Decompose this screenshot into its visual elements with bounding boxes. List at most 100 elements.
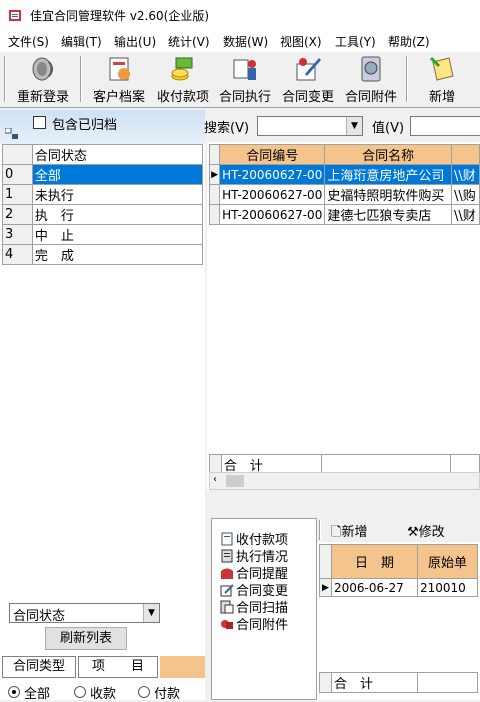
- speaker-icon: [32, 57, 53, 81]
- detail-edit-button[interactable]: ⚒修改: [407, 521, 445, 540]
- status-code: 3: [2, 224, 33, 245]
- relogin-button[interactable]: 重新登录: [12, 54, 74, 106]
- refresh-list-button[interactable]: 刷新列表: [45, 627, 127, 650]
- menu-stats[interactable]: 统计(V): [168, 33, 210, 50]
- detail-grid-corner: [319, 544, 332, 579]
- attach-label: 合同附件: [344, 90, 397, 105]
- payments-button[interactable]: 收付款项: [152, 54, 214, 106]
- chevron-down-icon[interactable]: ▼: [143, 604, 159, 622]
- add-button[interactable]: 新增: [414, 54, 470, 106]
- payments-label: 收付款项: [156, 90, 209, 105]
- status-name[interactable]: 全部: [31, 164, 204, 185]
- table-row[interactable]: ▶ HT-20060627-00 上海珩意房地产公司 \\财: [208, 164, 480, 185]
- contract-path-cell[interactable]: \\财: [451, 204, 480, 225]
- table-row[interactable]: HT-20060627-00 史福特照明软件购买 \\购: [208, 184, 480, 205]
- radio-pay[interactable]: [138, 686, 150, 698]
- menu-tools[interactable]: 工具(Y): [335, 33, 376, 50]
- customer-label: 客户档案: [92, 90, 145, 105]
- status-row[interactable]: 3 中 止: [2, 224, 204, 245]
- row-indicator: [208, 184, 221, 205]
- contract-path-cell[interactable]: \\购: [451, 184, 480, 205]
- execute-label: 合同执行: [218, 90, 271, 105]
- search-value-input[interactable]: [410, 116, 480, 136]
- status-name[interactable]: 完 成: [31, 244, 204, 265]
- status-filter-select[interactable]: 合同状态 ▼: [9, 603, 160, 624]
- table-row[interactable]: ▶ 2006-06-27 210010: [319, 578, 478, 597]
- status-header: 合同状态: [31, 144, 204, 165]
- detail-edit-label: 修改: [418, 525, 445, 540]
- menu-data[interactable]: 数据(W): [223, 33, 268, 50]
- detail-grid: 日 期 原始单 ▶ 2006-06-27 210010: [319, 544, 478, 597]
- status-name[interactable]: 执 行: [31, 204, 204, 225]
- date-cell[interactable]: 2006-06-27: [331, 578, 418, 597]
- include-archived-checkbox[interactable]: [33, 116, 46, 129]
- status-row[interactable]: 2 执 行: [2, 204, 204, 225]
- document-icon: [221, 532, 233, 546]
- scroll-thumb[interactable]: [226, 475, 244, 487]
- tab-filler: [160, 656, 205, 678]
- menu-output[interactable]: 输出(U): [114, 33, 156, 50]
- edit-document-icon: [296, 58, 321, 81]
- menu-edit[interactable]: 编辑(T): [61, 33, 102, 50]
- chevron-down-icon[interactable]: ▼: [346, 117, 362, 135]
- radio-receive[interactable]: [74, 686, 86, 698]
- radio-all[interactable]: [8, 686, 20, 698]
- app-icon: [9, 10, 21, 21]
- tab-project[interactable]: 项 目: [78, 656, 158, 678]
- contract-id-cell[interactable]: HT-20060627-00: [219, 184, 326, 205]
- execute-button[interactable]: 合同执行: [215, 54, 275, 106]
- contract-id-cell[interactable]: HT-20060627-00: [219, 164, 326, 185]
- radio-all-label: 全部: [24, 687, 51, 702]
- status-row[interactable]: 4 完 成: [2, 244, 204, 265]
- status-row[interactable]: 1 未执行: [2, 184, 204, 205]
- source-header[interactable]: 原始单: [417, 544, 478, 579]
- menu-file[interactable]: 文件(S): [8, 33, 49, 50]
- contract-grid-corner: [208, 144, 221, 165]
- new-document-icon: [429, 56, 454, 81]
- contract-id-header[interactable]: 合同编号: [219, 144, 326, 165]
- contract-name-cell[interactable]: 上海珩意房地产公司: [324, 164, 453, 185]
- customer-button[interactable]: 客户档案: [88, 54, 150, 106]
- attach-button[interactable]: 合同附件: [341, 54, 401, 106]
- contract-id-cell[interactable]: HT-20060627-00: [219, 204, 326, 225]
- row-pointer-icon: ▶: [208, 164, 221, 185]
- contract-name-cell[interactable]: 建德七匹狼专卖店: [324, 204, 453, 225]
- relogin-label: 重新登录: [16, 90, 69, 105]
- wand-icon: ⚒: [407, 525, 419, 540]
- status-row[interactable]: 0 全部: [2, 164, 204, 185]
- contract-extra-header[interactable]: [451, 144, 480, 165]
- date-header[interactable]: 日 期: [331, 544, 418, 579]
- toolbar-separator: [319, 520, 321, 540]
- search-field-select[interactable]: ▼: [257, 116, 363, 136]
- phone-icon: [221, 568, 233, 579]
- menu-help[interactable]: 帮助(Z): [388, 33, 430, 50]
- value-label: 值(V): [372, 121, 405, 136]
- change-button[interactable]: 合同变更: [278, 54, 338, 106]
- table-row[interactable]: HT-20060627-00 建德七匹狼专卖店 \\财: [208, 204, 480, 225]
- search-label: 搜索(V): [204, 121, 250, 136]
- status-code: 4: [2, 244, 33, 265]
- add-label: 新增: [428, 90, 455, 105]
- status-name[interactable]: 中 止: [31, 224, 204, 245]
- edit-icon: [220, 584, 234, 597]
- contract-path-cell[interactable]: \\财: [451, 164, 480, 185]
- grid-layout-icon: [5, 128, 18, 139]
- toolbar-separator: [4, 56, 6, 102]
- status-name[interactable]: 未执行: [31, 184, 204, 205]
- horizontal-scrollbar[interactable]: ‹: [209, 472, 480, 490]
- contract-name-cell[interactable]: 史福特照明软件购买: [324, 184, 453, 205]
- toolbar-separator: [80, 56, 82, 102]
- tab-contract-type[interactable]: 合同类型: [2, 656, 76, 678]
- nav-item-attachment[interactable]: 合同附件: [220, 614, 288, 633]
- contract-name-header[interactable]: 合同名称: [324, 144, 453, 165]
- sum-cell: [417, 672, 478, 693]
- scroll-left-icon[interactable]: ‹: [213, 474, 217, 485]
- money-icon: [171, 57, 193, 81]
- customer-file-icon: [109, 57, 130, 81]
- window-title: 佳宜合同管理软件 v2.60(企业版): [30, 9, 209, 23]
- menu-view[interactable]: 视图(X): [280, 33, 322, 50]
- include-archived-label: 包含已归档: [52, 118, 118, 133]
- source-cell[interactable]: 210010: [417, 578, 478, 597]
- scan-icon: [220, 600, 234, 614]
- toolbar-separator: [406, 56, 408, 102]
